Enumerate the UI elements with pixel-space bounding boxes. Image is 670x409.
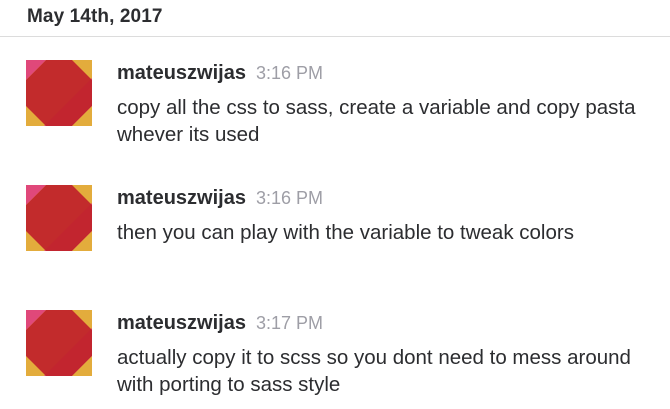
day-divider-label: May 14th, 2017: [27, 6, 163, 27]
message-text: actually copy it to scss so you dont nee…: [117, 346, 631, 396]
sender-name[interactable]: mateuszwijas: [117, 187, 246, 209]
avatar[interactable]: [26, 185, 92, 251]
abstract-tile-avatar-icon: [26, 310, 92, 376]
abstract-tile-avatar-icon: [26, 60, 92, 126]
message-timestamp[interactable]: 3:17 PM: [256, 313, 323, 333]
message-text: then you can play with the variable to t…: [117, 221, 574, 244]
sender-name[interactable]: mateuszwijas: [117, 62, 246, 84]
sender-name[interactable]: mateuszwijas: [117, 312, 246, 334]
message-header: mateuszwijas 3:16 PM: [117, 187, 323, 210]
message-header: mateuszwijas 3:16 PM: [117, 62, 323, 85]
avatar[interactable]: [26, 60, 92, 126]
message-timestamp[interactable]: 3:16 PM: [256, 188, 323, 208]
abstract-tile-avatar-icon: [26, 185, 92, 251]
day-divider: May 14th, 2017: [0, 0, 670, 37]
message-header: mateuszwijas 3:17 PM: [117, 312, 323, 335]
avatar[interactable]: [26, 310, 92, 376]
message-text: copy all the css to sass, create a varia…: [117, 96, 636, 146]
message-timestamp[interactable]: 3:16 PM: [256, 63, 323, 83]
